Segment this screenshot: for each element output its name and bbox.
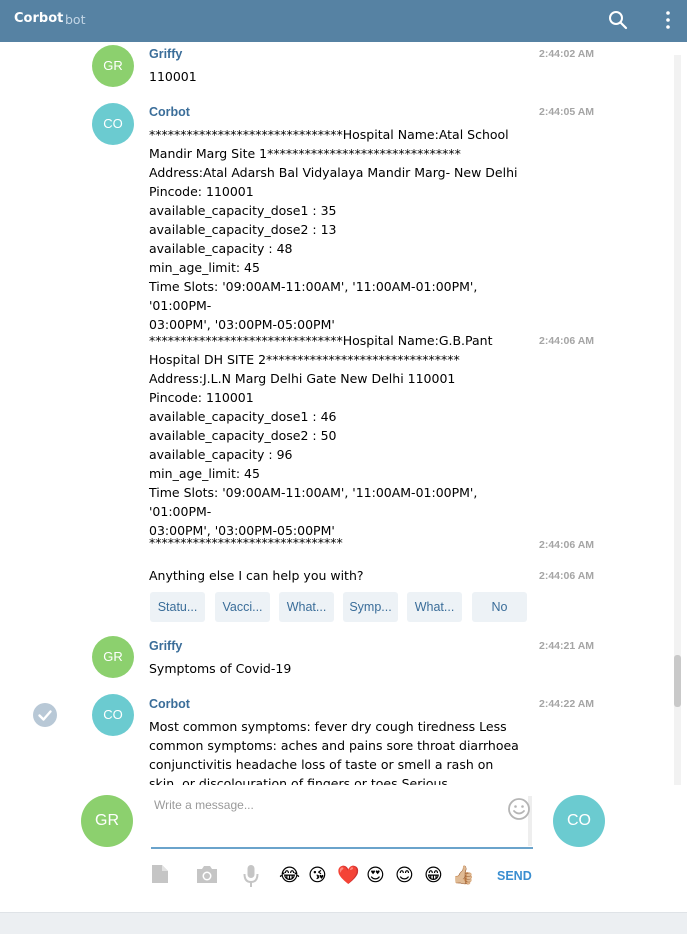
emoji-blush[interactable]: 😊 [395,865,414,887]
message-input[interactable] [151,794,501,844]
message-author[interactable]: Griffy [149,47,182,61]
avatar[interactable]: CO [92,694,134,736]
message-text: 110001 [149,69,197,84]
chat-subtitle: bot [65,12,86,27]
chat-title[interactable]: Corbot [14,11,63,26]
selected-check-icon[interactable] [33,703,57,727]
emoji-kiss[interactable]: 😘 [308,865,327,887]
avatar[interactable]: GR [92,636,134,678]
message-time: 2:44:06 AM [539,539,595,551]
message-text: Most common symptoms: fever dry cough ti… [149,719,519,785]
send-button[interactable]: SEND [497,869,532,883]
scrollbar-thumb[interactable] [674,655,681,707]
emoji-heart-eyes[interactable]: 😍 [366,865,385,887]
avatar[interactable]: GR [92,45,134,87]
search-icon[interactable] [608,10,628,30]
keyboard-button-status[interactable]: Statu... [150,592,205,622]
emoji-heart[interactable]: ❤️ [337,865,359,887]
message-author[interactable]: Griffy [149,639,182,653]
footer-bar [0,912,687,934]
keyboard-button-what-2[interactable]: What... [407,592,462,622]
message-text: *******************************Hospital … [149,333,493,538]
attach-file-icon[interactable] [151,864,169,884]
message-time: 2:44:06 AM [539,335,595,347]
bot-avatar[interactable]: CO [553,795,605,847]
emoji-joy[interactable]: 😂 [279,865,300,887]
message-text: Anything else I can help you with? [149,568,364,583]
emoji-picker-icon[interactable] [507,797,531,821]
more-options-icon[interactable] [664,10,672,30]
message-text-clip: Most common symptoms: fever dry cough ti… [149,717,529,785]
message-text: ******************************* [149,535,343,550]
message-time: 2:44:06 AM [539,570,595,582]
message-author[interactable]: Corbot [149,105,190,119]
user-avatar[interactable]: GR [81,795,133,847]
message-time: 2:44:21 AM [539,640,595,652]
keyboard-button-vaccine[interactable]: Vacci... [215,592,270,622]
avatar[interactable]: CO [92,103,134,145]
emoji-thumbs-up[interactable]: 👍🏼 [452,865,474,887]
emoji-grin[interactable]: 😁 [424,865,443,887]
message-time: 2:44:05 AM [539,106,595,118]
keyboard-button-symptoms[interactable]: Symp... [343,592,398,622]
message-time: 2:44:22 AM [539,698,595,710]
message-text: *******************************Hospital … [149,127,518,332]
message-text: Symptoms of Covid-19 [149,661,292,676]
message-time: 2:44:02 AM [539,48,595,60]
microphone-icon[interactable] [243,864,259,888]
message-input-wrapper [151,794,533,849]
camera-icon[interactable] [196,864,218,884]
keyboard-button-what-1[interactable]: What... [279,592,334,622]
chat-header: Corbot bot [0,0,687,42]
message-author[interactable]: Corbot [149,697,190,711]
keyboard-button-no[interactable]: No [472,592,527,622]
